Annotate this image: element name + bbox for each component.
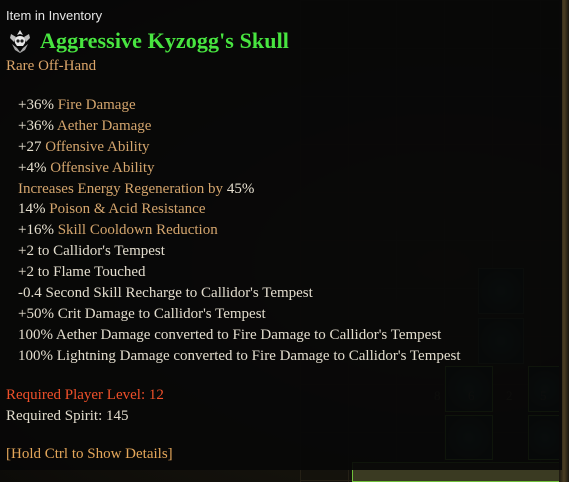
stat-line: +36% Fire Damage (18, 97, 136, 113)
item-tooltip: Item in Inventory Aggressive Kyzogg's Sk… (0, 0, 562, 470)
stat-line: 100% Lightning Damage converted to Fire … (18, 347, 461, 364)
stat-list: +36% Fire Damage +36% Aether Damage +27 … (18, 95, 461, 367)
tooltip-header-label: Item in Inventory (6, 8, 103, 23)
stat-line: +16% Skill Cooldown Reduction (18, 222, 218, 239)
show-details-hint: [Hold Ctrl to Show Details] (6, 446, 173, 462)
skull-crest-icon (10, 30, 30, 53)
stat-line: -0.4 Second Skill Recharge to Callidor's… (18, 285, 313, 302)
stat-line: 100% Aether Damage converted to Fire Dam… (18, 326, 442, 343)
stat-line: +50% Crit Damage to Callidor's Tempest (18, 305, 266, 322)
item-type: Rare Off-Hand (6, 58, 97, 74)
stat-line: +2 to Callidor's Tempest (18, 243, 165, 260)
item-name: Aggressive Kyzogg's Skull (40, 28, 290, 53)
game-screen: 8 6 2 5 Item in Inventory Aggressive Kyz… (0, 0, 569, 482)
stat-line: +36% Aether Damage (18, 117, 152, 134)
stat-line: Increases Energy Regeneration by 45% (18, 180, 255, 197)
stat-line: +2 to Flame Touched (18, 264, 146, 281)
item-title-row: Aggressive Kyzogg's Skull (8, 26, 289, 56)
stat-line: +27 Offensive Ability (18, 138, 150, 155)
stat-line: +4% Offensive Ability (18, 159, 155, 176)
required-spirit: Required Spirit: 145 (6, 408, 129, 424)
stat-line: 14% Poison & Acid Resistance (18, 201, 206, 218)
required-player-level: Required Player Level: 12 (6, 387, 164, 403)
